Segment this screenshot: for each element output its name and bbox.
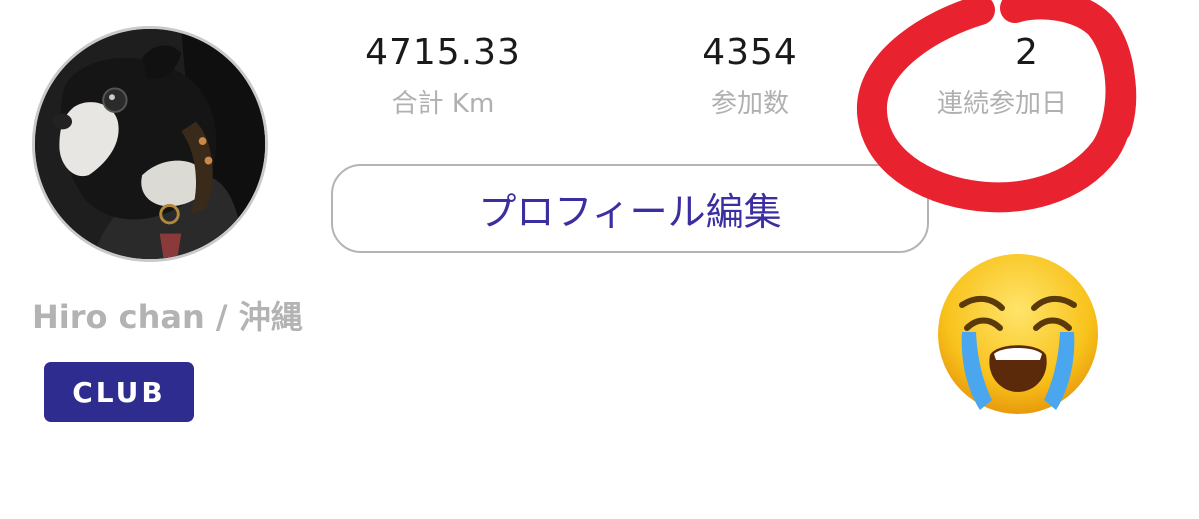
stat-value: 2: [1015, 32, 1039, 73]
club-badge[interactable]: CLUB: [44, 362, 194, 422]
stat-value: 4715.33: [365, 32, 521, 73]
edit-profile-button[interactable]: プロフィール編集: [331, 164, 929, 253]
stat-consecutive-days: 2 連続参加日: [932, 32, 1122, 120]
stat-total-km: 4715.33 合計 Km: [343, 32, 543, 120]
dog-photo-icon: [35, 29, 265, 259]
avatar[interactable]: [32, 26, 268, 262]
stat-label: 連続参加日: [937, 89, 1068, 119]
stat-participation-count: 4354 参加数: [660, 32, 840, 120]
crying-face-emoji-icon: [932, 250, 1104, 418]
stat-label: 参加数: [710, 89, 789, 119]
profile-screen: 4715.33 合計 Km 4354 参加数 2 連続参加日 プロフィール編集 …: [0, 0, 1199, 519]
username: Hiro chan / 沖縄: [32, 298, 303, 336]
stat-label: 合計 Km: [391, 89, 495, 119]
stat-value: 4354: [702, 32, 798, 73]
